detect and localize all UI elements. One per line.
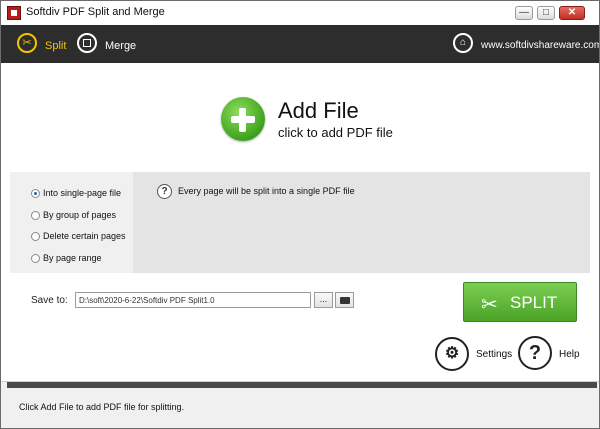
radio-icon[interactable] [31,189,40,198]
maximize-button[interactable]: □ [537,6,555,20]
scissors-icon[interactable]: ✂ [17,33,37,53]
radio-icon[interactable] [31,232,40,241]
add-file-subtitle[interactable]: click to add PDF file [278,125,393,140]
save-path-input[interactable] [75,292,311,308]
status-text: Click Add File to add PDF file for split… [19,402,185,412]
split-button[interactable]: ✂ SPLIT [463,282,577,322]
save-to-label: Save to: [31,295,68,306]
merge-icon[interactable] [77,33,97,53]
settings-gear-icon[interactable]: ⚙ [435,337,469,371]
browse-button[interactable]: ... [314,292,333,308]
title-bar: Softdiv PDF Split and Merge — □ ✕ [1,1,599,25]
status-bar: Click Add File to add PDF file for split… [1,381,599,428]
add-file-title[interactable]: Add File [278,98,359,124]
home-icon[interactable]: ⌂ [453,33,473,53]
settings-label[interactable]: Settings [476,349,512,360]
minimize-button[interactable]: — [515,6,533,20]
app-icon [7,6,21,20]
option-description: Every page will be split into a single P… [178,186,355,196]
tab-split[interactable]: Split [45,40,66,52]
status-divider [7,382,597,388]
scissors-icon: ✂ [481,294,498,316]
window-title: Softdiv PDF Split and Merge [26,6,165,18]
website-link[interactable]: www.softdivshareware.com [481,40,599,51]
help-label[interactable]: Help [559,349,580,360]
top-toolbar: ✂ Split Merge ⌂ www.softdivshareware.com [1,25,599,63]
radio-icon[interactable] [31,211,40,220]
radio-icon[interactable] [31,254,40,263]
main-area: Add File click to add PDF file Into sing… [1,63,599,381]
split-options-panel: Into single-page file By group of pages … [10,172,590,273]
help-icon[interactable]: ? [518,336,552,370]
open-folder-button[interactable] [335,292,354,308]
add-file-icon[interactable] [221,97,265,141]
close-button[interactable]: ✕ [559,6,585,20]
split-mode-list: Into single-page file By group of pages … [10,172,133,273]
question-icon: ? [157,184,172,199]
folder-icon [339,297,350,304]
app-window: Softdiv PDF Split and Merge — □ ✕ ✂ Spli… [0,0,600,429]
tab-merge[interactable]: Merge [105,40,136,52]
